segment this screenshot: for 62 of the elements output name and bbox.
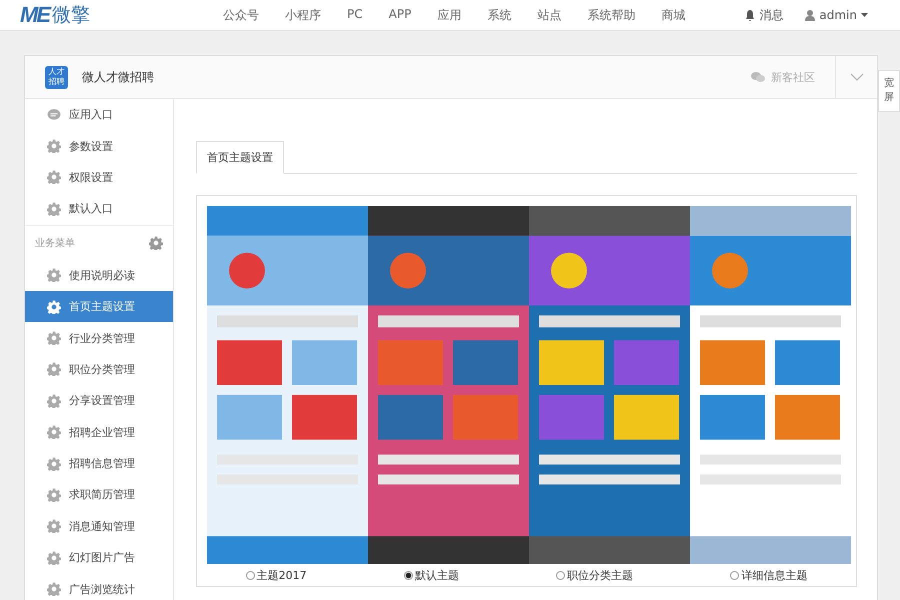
gear-icon <box>149 236 163 250</box>
gear-icon <box>47 394 61 408</box>
nav-link[interactable]: 公众号 <box>210 6 272 24</box>
chevron-down-icon <box>850 73 864 81</box>
sidebar-item[interactable]: 默认入口 <box>25 193 173 225</box>
nav-link[interactable]: 站点 <box>524 6 574 24</box>
logo-text: 微擎 <box>52 3 90 28</box>
app-title: 微人才微招聘 <box>82 68 155 86</box>
theme-label: 主题2017 <box>256 568 307 582</box>
gear-icon <box>47 456 61 471</box>
sidebar-item[interactable]: 职位分类管理 <box>25 354 173 386</box>
theme-label: 默认主题 <box>414 568 459 582</box>
nav-link[interactable]: 商城 <box>648 6 698 24</box>
sidebar-item[interactable]: 分享设置管理 <box>25 385 173 417</box>
app-icon: 人才招聘 <box>45 66 68 88</box>
gear-icon <box>47 139 61 154</box>
sidebar-item[interactable]: 消息通知管理 <box>25 510 173 542</box>
sidebar-item[interactable]: 招聘企业管理 <box>25 416 173 448</box>
sidebar-item[interactable]: 应用入口 <box>25 99 173 130</box>
nav-link[interactable]: 应用 <box>424 6 474 24</box>
messages-link[interactable]: 消息 <box>745 6 784 24</box>
sidebar-item[interactable]: 行业分类管理 <box>25 322 173 354</box>
gear-icon <box>47 300 61 314</box>
sidebar-item[interactable]: 求职简历管理 <box>25 479 173 511</box>
radio-button[interactable] <box>404 570 413 580</box>
sidebar-item[interactable]: 权限设置 <box>25 162 173 194</box>
tab[interactable]: 首页主题设置 <box>196 141 284 174</box>
chat-icon <box>47 108 61 122</box>
radio-button[interactable] <box>556 570 566 580</box>
wechat-icon <box>751 71 766 83</box>
nav-link[interactable]: 系统帮助 <box>574 6 648 24</box>
gear-icon <box>47 582 61 596</box>
gear-icon <box>47 202 61 216</box>
gear-icon <box>47 268 61 282</box>
caret-icon <box>861 13 868 17</box>
user-menu[interactable]: admin <box>805 8 868 22</box>
radio-button[interactable] <box>730 570 740 580</box>
sidebar-item[interactable]: 首页主题设置 <box>25 290 173 322</box>
gear-icon <box>47 170 61 184</box>
sidebar-item[interactable]: 招聘信息管理 <box>25 448 173 480</box>
bell-icon <box>745 10 756 20</box>
gear-icon <box>47 425 61 440</box>
nav-link[interactable]: APP <box>376 6 424 24</box>
sidebar-item[interactable]: 参数设置 <box>25 130 173 162</box>
wide-screen-button[interactable]: 宽屏 <box>878 70 900 112</box>
logo-mark: ME <box>20 2 49 28</box>
gear-icon <box>47 331 61 346</box>
nav-link[interactable]: 小程序 <box>272 6 334 24</box>
section-title: 业务菜单 <box>35 236 75 250</box>
user-icon <box>805 10 816 20</box>
radio-button[interactable] <box>246 570 255 580</box>
gear-icon <box>47 519 61 534</box>
sidebar-item[interactable]: 广告浏览统计 <box>25 573 173 600</box>
nav-link[interactable]: 系统 <box>474 6 524 24</box>
sidebar-item[interactable]: 幻灯图片广告 <box>25 542 173 574</box>
sidebar-item[interactable]: 使用说明必读 <box>25 260 173 291</box>
gear-icon <box>47 550 61 565</box>
gear-icon <box>47 488 61 502</box>
theme-label: 详细信息主题 <box>741 568 808 582</box>
theme-label: 职位分类主题 <box>567 568 634 582</box>
nav-link[interactable]: PC <box>334 6 376 24</box>
gear-icon <box>47 362 61 376</box>
